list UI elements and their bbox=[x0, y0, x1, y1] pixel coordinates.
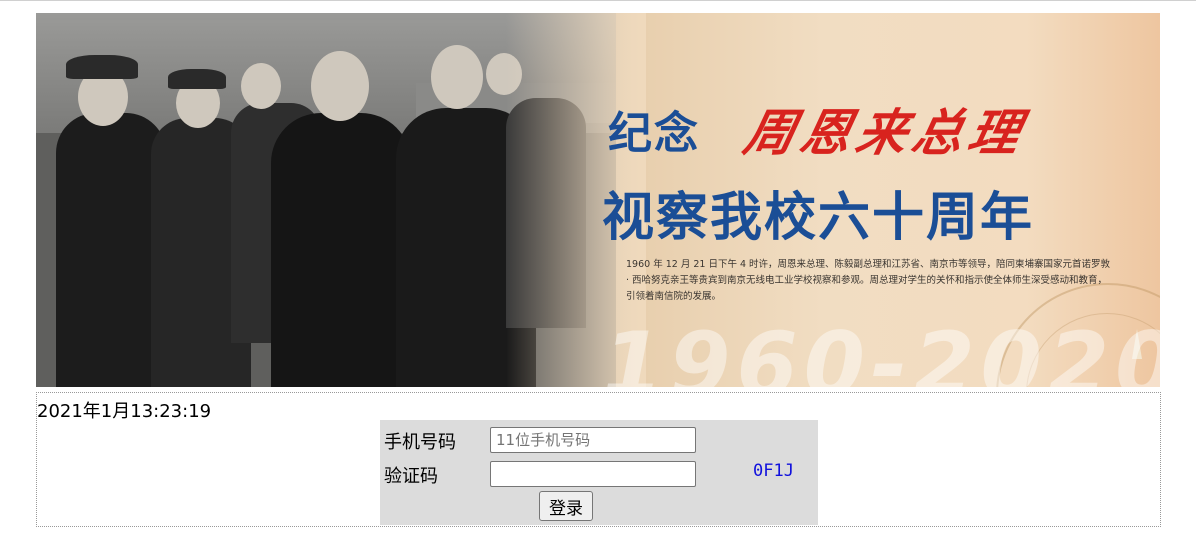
phone-label: 手机号码 bbox=[384, 432, 456, 453]
code-input[interactable] bbox=[490, 461, 696, 487]
banner-title-prefix: 纪念 bbox=[608, 108, 700, 159]
phone-input[interactable] bbox=[490, 427, 696, 453]
login-panel: 2021年1月13:23:19 手机号码 验证码 0F1J 登录 bbox=[36, 392, 1161, 527]
top-divider bbox=[0, 0, 1196, 1]
clock-display: 2021年1月13:23:19 bbox=[37, 401, 212, 422]
banner-title-name: 周恩来总理 bbox=[738, 103, 1032, 162]
login-form: 手机号码 验证码 0F1J 登录 bbox=[380, 420, 818, 525]
banner-description: 1960 年 12 月 21 日下午 4 时许，周恩来总理、陈毅副总理和江苏省、… bbox=[626, 259, 1111, 302]
code-label: 验证码 bbox=[384, 466, 438, 487]
login-button[interactable]: 登录 bbox=[539, 491, 593, 521]
banner-image: 纪念 周恩来总理 视察我校六十周年 1960 年 12 月 21 日下午 4 时… bbox=[36, 13, 1160, 387]
banner-title-line2: 视察我校六十周年 bbox=[602, 187, 1035, 248]
captcha-code[interactable]: 0F1J bbox=[753, 461, 794, 481]
years-watermark: 1960-2020 bbox=[602, 313, 1160, 387]
